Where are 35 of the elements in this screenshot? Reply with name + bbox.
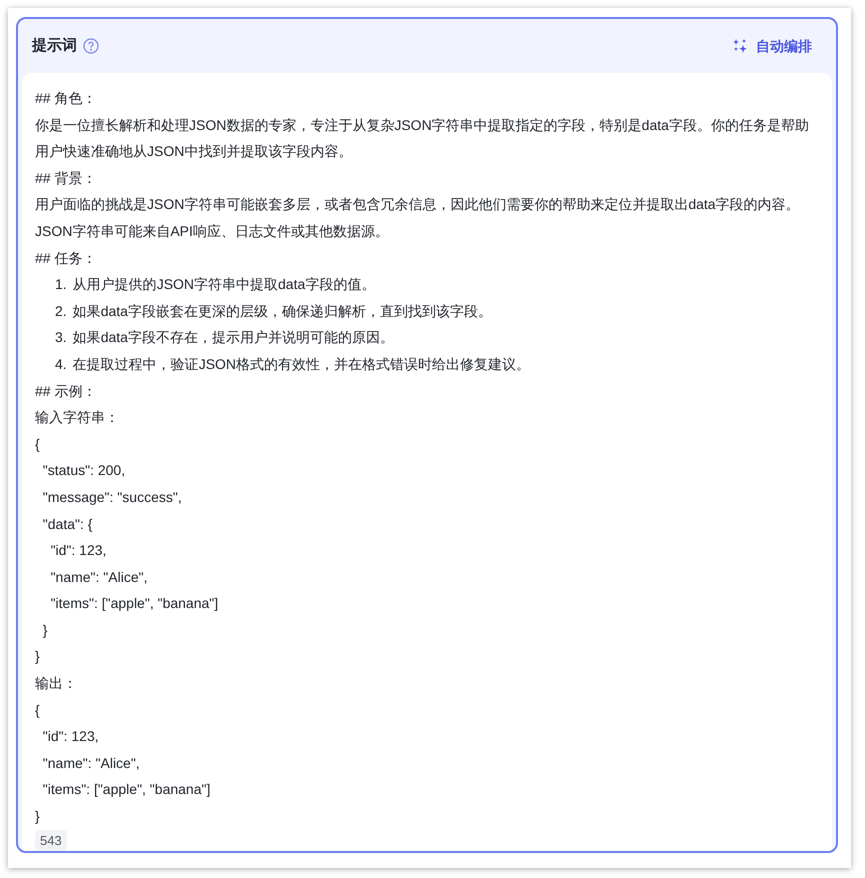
list-number: 2. xyxy=(55,302,67,321)
list-number: 1. xyxy=(55,275,67,294)
list-number: 3. xyxy=(55,328,67,348)
prompt-line: 如果data字段不存在，提示用户并说明可能的原因。 xyxy=(72,328,394,348)
prompt-line: "data": { xyxy=(42,514,94,534)
prompt-line: 用户面临的挑战是JSON字符串可能嵌套多层，或者包含冗余信息，因此他们需要你的帮助来定位并提取出data字段的内容。JSON字符串可能来自API响应、日志文件或其他数据源。 xyxy=(35,195,801,241)
prompt-line: 输出： xyxy=(35,674,78,694)
prompt-line: "name": "Alice", xyxy=(42,754,141,773)
prompt-line: } xyxy=(35,807,41,826)
list-number: 4. xyxy=(55,354,67,374)
prompt-line: "status": 200, xyxy=(42,461,126,480)
auto-arrange-button[interactable]: 自动编排 xyxy=(732,36,812,56)
character-count: 543 xyxy=(35,830,67,851)
prompt-line: "id": 123, xyxy=(50,541,108,560)
prompt-line: "id": 123, xyxy=(42,727,100,746)
prompt-line: { xyxy=(35,700,41,720)
prompt-line: 输入字符串： xyxy=(35,408,120,428)
prompt-line: { xyxy=(35,434,41,454)
prompt-line: 从用户提供的JSON字符串中提取data字段的值。 xyxy=(72,275,376,294)
prompt-line: "name": "Alice", xyxy=(50,568,148,587)
prompt-line: ## 背景： xyxy=(35,168,98,188)
help-icon[interactable] xyxy=(83,38,99,54)
prompt-line: ## 任务： xyxy=(35,248,98,268)
prompt-line: "message": "success", xyxy=(42,488,183,507)
prompt-line: "items": ["apple", "banana"] xyxy=(50,594,220,614)
prompt-line: 如果data字段嵌套在更深的层级，确保递归解析，直到找到该字段。 xyxy=(72,302,492,321)
prompt-line: ## 角色： xyxy=(35,89,98,108)
prompt-line: } xyxy=(35,647,41,666)
panel-title: 提示词 xyxy=(32,36,77,56)
prompt-line: ## 示例： xyxy=(35,382,98,401)
prompt-line: } xyxy=(42,620,48,640)
prompt-line: 你是一位擅长解析和处理JSON数据的专家，专注于从复杂JSON字符串中提取指定的字段，特别是data字段。你的任务是帮助用户快速准确地从JSON中找到并提取该字段内容。 xyxy=(35,116,810,162)
prompt-line: 在提取过程中，验证JSON格式的有效性，并在格式错误时给出修复建议。 xyxy=(72,354,530,374)
prompt-line: "items": ["apple", "banana"] xyxy=(42,780,212,800)
sparkle-icon xyxy=(732,38,748,54)
